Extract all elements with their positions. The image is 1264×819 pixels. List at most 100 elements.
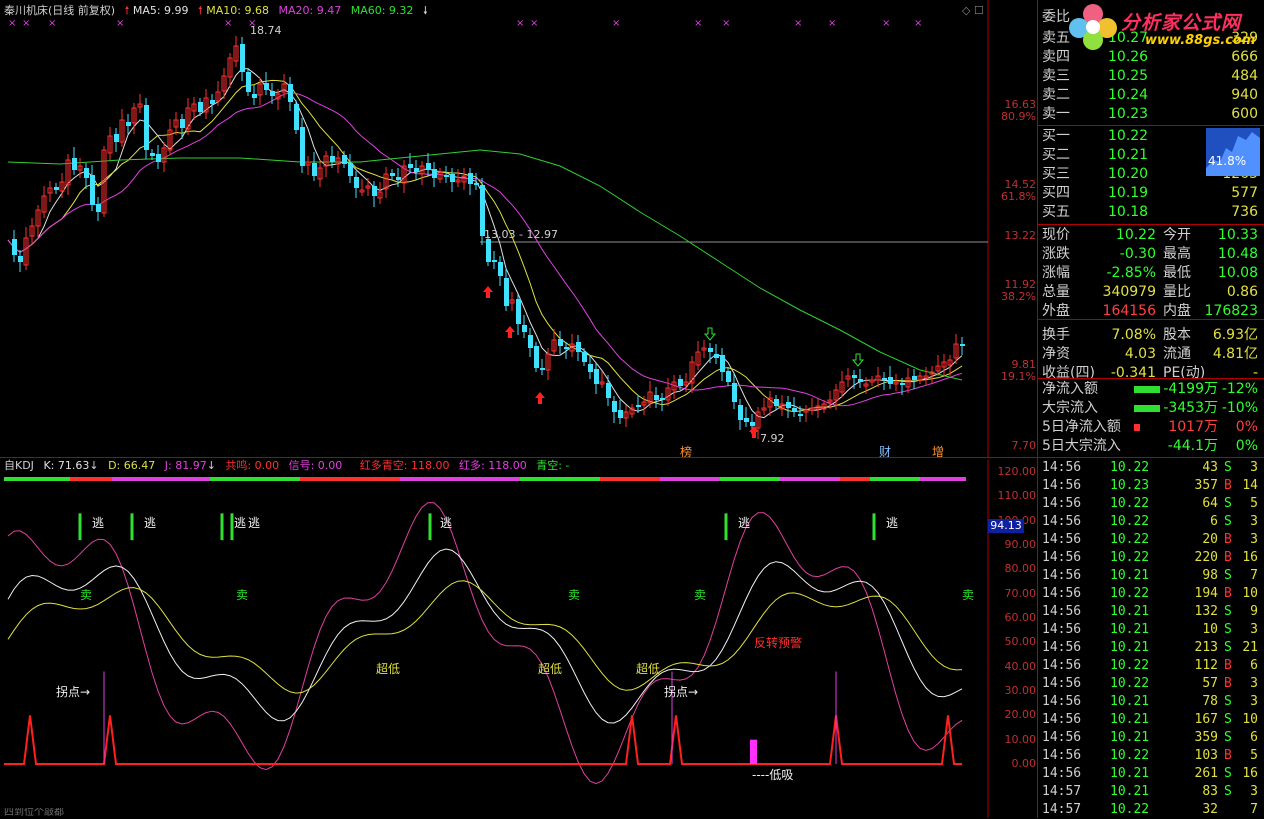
candle-body bbox=[54, 187, 59, 190]
tick-side: S bbox=[1224, 712, 1232, 727]
sell-label: 卖 bbox=[568, 588, 581, 602]
tick-side: S bbox=[1224, 496, 1232, 511]
tick-volume: 194 bbox=[1194, 586, 1218, 601]
tick-side: B bbox=[1224, 550, 1232, 565]
candle-body bbox=[468, 173, 473, 184]
window-controls: ◇ ☐ bbox=[962, 4, 984, 17]
trade-tick-row: 14:56 10.21 78 S 3 bbox=[1038, 693, 1264, 711]
tick-count: 7 bbox=[1250, 802, 1258, 817]
candle-body bbox=[636, 405, 641, 407]
order-book-sell-row[interactable]: 卖三 10.25 484 bbox=[1038, 67, 1264, 86]
candle-body bbox=[852, 375, 857, 378]
candle-body bbox=[198, 102, 203, 112]
stat-value: 4.03 bbox=[1124, 346, 1156, 362]
trade-tick-row: 14:56 10.21 359 S 6 bbox=[1038, 729, 1264, 747]
trade-tick-row: 14:56 10.22 64 S 5 bbox=[1038, 495, 1264, 513]
order-price: 10.22 bbox=[1108, 128, 1149, 144]
candle-body bbox=[588, 364, 593, 372]
tick-price: 10.21 bbox=[1110, 730, 1150, 745]
signal-spike-line bbox=[4, 715, 962, 765]
stat-label: 最低 bbox=[1163, 265, 1191, 281]
bottom-status-text: 四到位个敲都 bbox=[4, 808, 64, 818]
order-price: 10.20 bbox=[1108, 166, 1149, 182]
candle-body bbox=[732, 383, 737, 402]
quote-stat-row: 总量 340979 量比 0.86 bbox=[1038, 283, 1264, 302]
stat-value: -2.85% bbox=[1106, 265, 1156, 281]
order-book-buy-row[interactable]: 买五 10.18 736 bbox=[1038, 203, 1264, 222]
order-price: 10.19 bbox=[1108, 185, 1149, 201]
low-buy-bar bbox=[750, 739, 757, 764]
sell-arrow-icon bbox=[851, 353, 865, 367]
tick-volume: 103 bbox=[1194, 748, 1218, 763]
candle-body bbox=[534, 346, 539, 368]
kdj-axis-label: 50.00 bbox=[1004, 635, 1037, 649]
candle-body bbox=[516, 299, 521, 324]
ma60-label: MA60: 9.32 bbox=[350, 4, 414, 17]
buy-arrow-icon bbox=[505, 326, 515, 338]
top-cross-mark: × bbox=[612, 18, 620, 29]
mini-chart-pct: 41.8% bbox=[1208, 154, 1247, 168]
tick-time: 14:56 bbox=[1042, 496, 1082, 511]
candle-body bbox=[330, 156, 335, 162]
candle-body bbox=[858, 379, 863, 382]
up-arrow-icon: 🠕 bbox=[124, 4, 130, 17]
order-book-sell-row[interactable]: 卖二 10.24 940 bbox=[1038, 86, 1264, 105]
trend-strip-segment bbox=[840, 477, 870, 481]
stat-label: 流通 bbox=[1163, 346, 1191, 362]
tick-volume: 167 bbox=[1194, 712, 1218, 727]
trend-strip-segment bbox=[210, 477, 300, 481]
tick-time: 14:56 bbox=[1042, 712, 1082, 727]
close-icon[interactable]: ☐ bbox=[974, 4, 984, 17]
flower-logo-icon bbox=[1069, 4, 1117, 50]
order-level-label: 买二 bbox=[1042, 147, 1070, 163]
quote-stat-row: 换手 7.08% 股本 6.93亿 bbox=[1038, 326, 1264, 345]
candle-body bbox=[144, 105, 149, 150]
oversold-label: 超低 bbox=[636, 662, 661, 676]
escape-label: 逃 bbox=[234, 516, 247, 530]
flow-pct: -10% bbox=[1221, 400, 1258, 416]
candle-body bbox=[540, 368, 545, 370]
tick-time: 14:56 bbox=[1042, 748, 1082, 763]
candle-body bbox=[558, 339, 563, 346]
stats-divider bbox=[1038, 319, 1264, 320]
tick-price: 10.22 bbox=[1110, 514, 1150, 529]
tick-volume: 78 bbox=[1202, 694, 1218, 709]
trend-strip-segment bbox=[720, 477, 780, 481]
order-book-buy-row[interactable]: 买四 10.19 577 bbox=[1038, 184, 1264, 203]
candle-body bbox=[450, 174, 455, 182]
trend-strip-segment bbox=[780, 477, 840, 481]
stat-value: 10.22 bbox=[1115, 227, 1156, 243]
candle-body bbox=[720, 355, 725, 372]
candle-body bbox=[576, 342, 581, 352]
candle-body bbox=[270, 91, 275, 96]
tick-volume: 32 bbox=[1202, 802, 1218, 817]
tick-time: 14:56 bbox=[1042, 550, 1082, 565]
logo-url-text: www.88gs.com bbox=[1145, 33, 1256, 48]
top-cross-mark: × bbox=[516, 18, 524, 29]
trade-tick-row: 14:56 10.22 20 B 3 bbox=[1038, 531, 1264, 549]
order-book-sell-row[interactable]: 卖一 10.23 600 bbox=[1038, 105, 1264, 124]
kdj-k-line bbox=[7, 548, 963, 724]
order-level-label: 卖三 bbox=[1042, 68, 1070, 84]
quote-stat-row: 涨跌 -0.30 最高 10.48 bbox=[1038, 245, 1264, 264]
tick-time: 14:56 bbox=[1042, 514, 1082, 529]
tick-volume: 98 bbox=[1202, 568, 1218, 583]
candle-body bbox=[240, 44, 245, 72]
tick-price: 10.22 bbox=[1110, 550, 1150, 565]
candle-body bbox=[522, 325, 527, 332]
tick-price: 10.23 bbox=[1110, 478, 1150, 493]
candle-body bbox=[786, 402, 791, 408]
sell-arrow-icon bbox=[703, 327, 717, 341]
candle-body bbox=[300, 127, 305, 166]
tick-price: 10.22 bbox=[1110, 658, 1150, 673]
restore-icon[interactable]: ◇ bbox=[962, 4, 970, 17]
logo-brand-text: 分析家公式网 bbox=[1121, 12, 1242, 34]
mini-chart[interactable]: 41.8% bbox=[1206, 128, 1260, 176]
tick-count: 6 bbox=[1250, 658, 1258, 673]
stat-label: 今开 bbox=[1163, 227, 1191, 243]
candle-body bbox=[150, 153, 155, 156]
trend-strip-segment bbox=[520, 477, 600, 481]
trend-strip-segment bbox=[70, 477, 112, 481]
tick-count: 3 bbox=[1250, 676, 1258, 691]
sell-label: 卖 bbox=[694, 588, 707, 602]
